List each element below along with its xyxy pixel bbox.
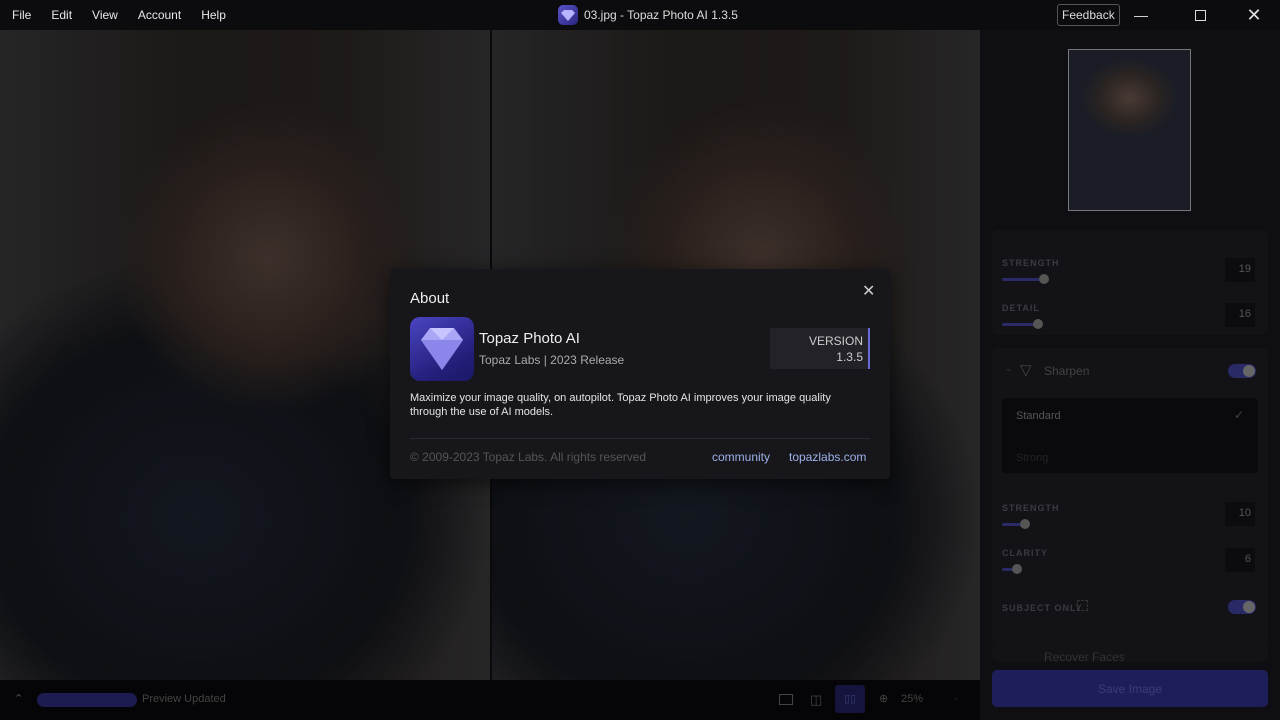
denoise-strength-value[interactable]: 19 [1225, 258, 1255, 282]
minimize-button[interactable]: — [1118, 0, 1164, 30]
recover-faces-title: Recover Faces [1044, 650, 1125, 662]
split-view-icon[interactable]: ◫ [810, 692, 822, 708]
sharpen-strength-value[interactable]: 10 [1225, 502, 1255, 526]
navigator-thumbnail[interactable] [1068, 49, 1191, 211]
model-option-standard[interactable]: Standard [1016, 410, 1061, 422]
copyright-text: © 2009-2023 Topaz Labs. All rights reser… [410, 450, 647, 464]
sharpen-title: Sharpen [1044, 364, 1090, 378]
title-bar: File Edit View Account Help 03.jpg - Top… [0, 0, 1280, 30]
menu-help[interactable]: Help [191, 8, 236, 22]
maximize-button[interactable] [1177, 0, 1223, 30]
zoom-level[interactable]: 25% [901, 693, 923, 705]
sharpen-panel [992, 348, 1268, 646]
progress-bar [37, 693, 137, 707]
close-icon: ✕ [1246, 4, 1262, 25]
chevron-down-icon[interactable]: ⌄ [1004, 363, 1012, 374]
app-name: Topaz Photo AI [479, 330, 580, 347]
menu-account[interactable]: Account [128, 8, 191, 22]
settings-sidebar: STRENGTH 19 DETAIL 16 ⌄ ▽ Sharpen Standa… [980, 30, 1280, 720]
maximize-icon [1194, 9, 1206, 21]
zoom-dropdown-icon[interactable]: ⌄ [952, 692, 960, 703]
window-title-text: 03.jpg - Topaz Photo AI 1.3.5 [584, 8, 738, 22]
app-description: Maximize your image quality, on autopilo… [410, 392, 831, 418]
subject-only-label: SUBJECT ONLY [1002, 603, 1083, 613]
denoise-detail-slider[interactable] [1002, 319, 1043, 329]
single-view-icon[interactable] [779, 694, 793, 705]
subject-icon [1077, 600, 1088, 611]
community-link[interactable]: community [712, 450, 770, 464]
sharpen-icon: ▽ [1020, 362, 1032, 379]
denoise-detail-label: DETAIL [1002, 303, 1040, 313]
close-dialog-button[interactable]: ✕ [862, 281, 875, 301]
close-window-button[interactable]: ✕ [1231, 0, 1277, 30]
version-box: VERSION 1.3.5 [770, 328, 870, 369]
divider [410, 438, 870, 439]
recover-faces-panel: Recover Faces [992, 642, 1268, 662]
about-dialog: About ✕ Topaz Photo AI Topaz Labs | 2023… [390, 269, 890, 479]
menu-view[interactable]: View [82, 8, 128, 22]
window-title: 03.jpg - Topaz Photo AI 1.3.5 [558, 5, 738, 25]
menu-bar: File Edit View Account Help [2, 8, 236, 22]
sharpen-clarity-slider[interactable] [1002, 564, 1022, 574]
sharpen-model-list: Standard ✓ Strong [1002, 398, 1258, 473]
version-label: VERSION [808, 334, 863, 348]
save-image-button[interactable]: Save Image [992, 670, 1268, 707]
app-subtitle: Topaz Labs | 2023 Release [479, 353, 625, 367]
denoise-detail-value[interactable]: 16 [1225, 303, 1255, 327]
bottom-bar: ⌃ Preview Updated ◫ ▯▯ ⊕ 25% ⌄ [0, 680, 980, 720]
model-option-strong[interactable]: Strong [1016, 452, 1048, 464]
sharpen-clarity-value[interactable]: 6 [1225, 548, 1255, 572]
zoom-icon: ⊕ [879, 693, 889, 705]
menu-edit[interactable]: Edit [41, 8, 82, 22]
dialog-title: About [410, 290, 450, 307]
sharpen-strength-label: STRENGTH [1002, 503, 1060, 513]
check-icon: ✓ [1233, 408, 1244, 422]
feedback-button[interactable]: Feedback [1057, 4, 1120, 26]
status-text: Preview Updated [142, 693, 226, 705]
menu-file[interactable]: File [2, 8, 41, 22]
denoise-strength-slider[interactable] [1002, 274, 1049, 284]
website-link[interactable]: topazlabs.com [789, 450, 866, 464]
minimize-icon: — [1134, 7, 1148, 23]
denoise-strength-label: STRENGTH [1002, 258, 1060, 268]
subject-only-toggle[interactable] [1228, 600, 1256, 614]
app-logo-icon [410, 317, 474, 381]
side-by-side-view-icon[interactable]: ▯▯ [835, 685, 865, 713]
sharpen-toggle[interactable] [1228, 364, 1256, 378]
sharpen-clarity-label: CLARITY [1002, 548, 1048, 558]
sharpen-strength-slider[interactable] [1002, 519, 1030, 529]
app-logo-icon [558, 5, 578, 25]
version-number: 1.3.5 [836, 350, 863, 364]
chevron-up-icon[interactable]: ⌃ [14, 692, 23, 705]
